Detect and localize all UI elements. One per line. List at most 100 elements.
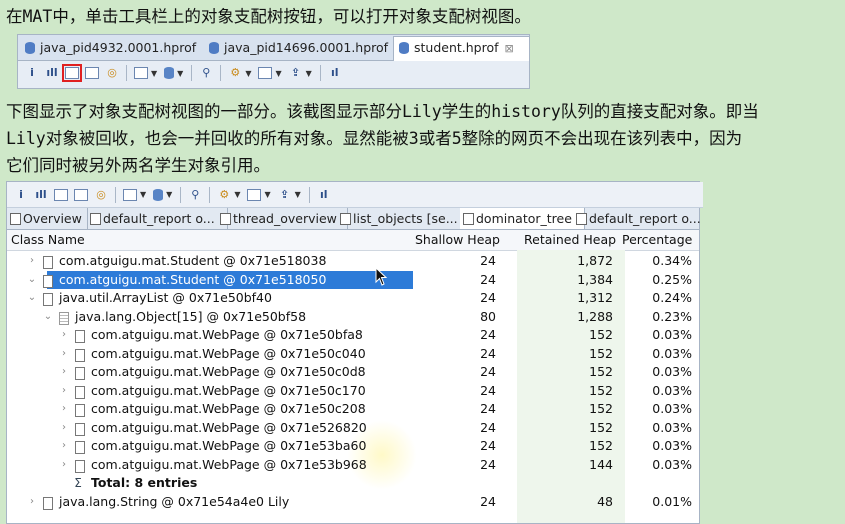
close-icon[interactable]: ⊠ [505,42,514,55]
intro-part: 在 [6,7,23,26]
chevron-down-icon[interactable]: ▼ [140,190,146,199]
run-report-icon[interactable] [123,188,137,201]
col-percentage[interactable]: Percentage [622,230,692,250]
table-row[interactable]: › com.atguigu.mat.WebPage @ 0x71e50c170 24… [7,382,699,401]
chart-icon[interactable]: ıl [328,66,342,80]
class-name-cell: com.atguigu.mat.Student @ 0x71e518038 [59,253,327,268]
tab-default-report-1[interactable]: default_report o... [87,208,228,229]
group-icon[interactable] [258,67,273,79]
col-shallow-heap[interactable]: Shallow Heap [415,230,500,250]
pct-cell: 0.23% [652,308,692,324]
class-name-cell: com.atguigu.mat.WebPage @ 0x71e50c040 [91,345,366,361]
chevron-right-icon[interactable]: › [27,252,37,271]
object-icon [43,274,53,288]
export-icon[interactable]: ⇪ [278,188,292,202]
shallow-cell: 24 [480,382,496,398]
toolbar-separator [180,186,182,203]
chevron-down-icon[interactable]: ▼ [177,69,183,78]
chevron-right-icon[interactable]: › [59,456,69,475]
top-consumers-icon[interactable]: ◎ [105,66,119,80]
tab-default-report-2[interactable]: default_report o... [573,208,701,229]
table-row[interactable]: › com.atguigu.mat.WebPage @ 0x71e50c040 24… [7,345,699,364]
chevron-down-icon[interactable]: ⌄ [27,289,37,308]
tab-student-hprof[interactable]: student.hprof ⊠ [393,36,530,61]
object-icon [43,496,53,510]
query-browser-icon[interactable]: ⚙ [217,188,231,202]
table-row[interactable]: › com.atguigu.mat.WebPage @ 0x71e50c0d8 24… [7,363,699,382]
dominator-tree-icon[interactable] [62,64,82,82]
class-name-cell: com.atguigu.mat.WebPage @ 0x71e53b968 [91,456,367,472]
col-retained-heap[interactable]: Retained Heap [524,230,616,250]
pct-cell: 0.34% [652,253,692,268]
shallow-cell: 24 [480,253,496,268]
object-icon [75,459,85,473]
export-icon[interactable]: ⇪ [289,66,303,80]
object-icon [75,385,85,399]
retained-cell: 1,312 [577,290,613,305]
chevron-down-icon[interactable]: ▼ [151,69,157,78]
retained-cell: 152 [589,327,613,342]
desc-part: 它们同时被另外两名学生对象引用。 [6,156,270,175]
top-consumers-icon[interactable]: ◎ [94,188,108,202]
search-icon[interactable]: ⚲ [199,66,213,80]
class-name-cell: java.util.ArrayList @ 0x71e50bf40 [59,290,272,305]
table-row[interactable]: › com.atguigu.mat.WebPage @ 0x71e50c208 24… [7,400,699,419]
chart-icon[interactable]: ıl [317,188,331,202]
chevron-right-icon[interactable]: › [59,345,69,364]
chevron-right-icon[interactable]: › [59,363,69,382]
total-row[interactable]: Σ Total: 8 entries [7,474,699,493]
tab-thread-overview[interactable]: thread_overview [217,208,348,229]
chevron-right-icon[interactable]: › [59,382,69,401]
tab-dominator-tree[interactable]: dominator_tree [460,208,585,229]
tab-java-pid4932[interactable]: java_pid4932.0001.hprof [20,37,210,59]
oql-icon[interactable] [85,67,99,79]
table-row[interactable]: ⌄ java.lang.Object[15] @ 0x71e50bf58 80 1,2… [7,308,699,327]
table-row[interactable]: ⌄ com.atguigu.mat.Student @ 0x71e518050 24… [7,270,699,290]
dominator-tree-icon[interactable] [54,188,68,201]
tab-list-objects[interactable]: list_objects [se... [337,208,464,229]
chevron-down-icon[interactable]: ▼ [306,69,312,78]
histogram-icon[interactable]: ıll [34,188,48,202]
histogram-icon[interactable]: ıll [45,66,59,80]
chevron-right-icon[interactable]: › [59,400,69,419]
heap-dump-icon[interactable] [153,188,164,201]
sum-icon: Σ [74,476,82,490]
oql-icon[interactable] [74,188,88,201]
chevron-right-icon[interactable]: › [59,437,69,456]
retained-cell: 144 [589,456,613,472]
class-name-cell: java.lang.Object[15] @ 0x71e50bf58 [75,308,307,324]
chevron-down-icon[interactable]: ▼ [234,190,240,199]
chevron-down-icon[interactable]: ▼ [275,69,281,78]
chevron-down-icon[interactable]: ▼ [245,69,251,78]
chevron-down-icon[interactable]: ▼ [166,190,172,199]
chevron-down-icon[interactable]: ▼ [295,190,301,199]
query-browser-icon[interactable]: ⚙ [228,66,242,80]
table-row[interactable]: › java.lang.String @ 0x71e54a4e0 Lily 24 48… [7,493,699,512]
table-row[interactable]: ⌄ java.util.ArrayList @ 0x71e50bf40 24 1,31… [7,289,699,308]
pct-cell: 0.24% [652,290,692,305]
shallow-cell: 24 [480,345,496,361]
col-class-name[interactable]: Class Name [11,230,85,250]
heap-dump-icon[interactable] [164,67,175,79]
dominator-tree-panel: i ıll ◎ ▼ ▼ ⚲ ⚙ ▼ ▼ ⇪ ▼ ıl Overview defaul… [6,181,703,524]
chevron-down-icon[interactable]: ⌄ [27,271,37,290]
chevron-right-icon[interactable]: › [59,419,69,438]
chevron-right-icon[interactable]: › [59,326,69,345]
chevron-right-icon[interactable]: › [27,493,37,512]
class-name-cell: java.lang.String @ 0x71e54a4e0 Lily [59,493,290,509]
table-row[interactable]: › com.atguigu.mat.WebPage @ 0x71e53ba60 24… [7,437,699,456]
run-report-icon[interactable] [134,67,148,79]
tab-java-pid14696[interactable]: java_pid14696.0001.hprof [204,37,402,59]
info-icon[interactable]: i [14,188,28,202]
table-row[interactable]: › com.atguigu.mat.Student @ 0x71e518038 24… [7,252,699,271]
info-icon[interactable]: i [25,66,39,80]
chevron-down-icon[interactable]: ⌄ [43,308,53,327]
tab-overview[interactable]: Overview [7,208,88,229]
table-row[interactable]: › com.atguigu.mat.WebPage @ 0x71e53b968 24… [7,456,699,475]
object-icon [75,441,85,454]
search-icon[interactable]: ⚲ [188,188,202,202]
group-icon[interactable] [247,188,262,201]
chevron-down-icon[interactable]: ▼ [264,190,270,199]
table-row[interactable]: › com.atguigu.mat.WebPage @ 0x71e50bfa8 24… [7,326,699,345]
table-row[interactable]: › com.atguigu.mat.WebPage @ 0x71e526820 24… [7,419,699,438]
